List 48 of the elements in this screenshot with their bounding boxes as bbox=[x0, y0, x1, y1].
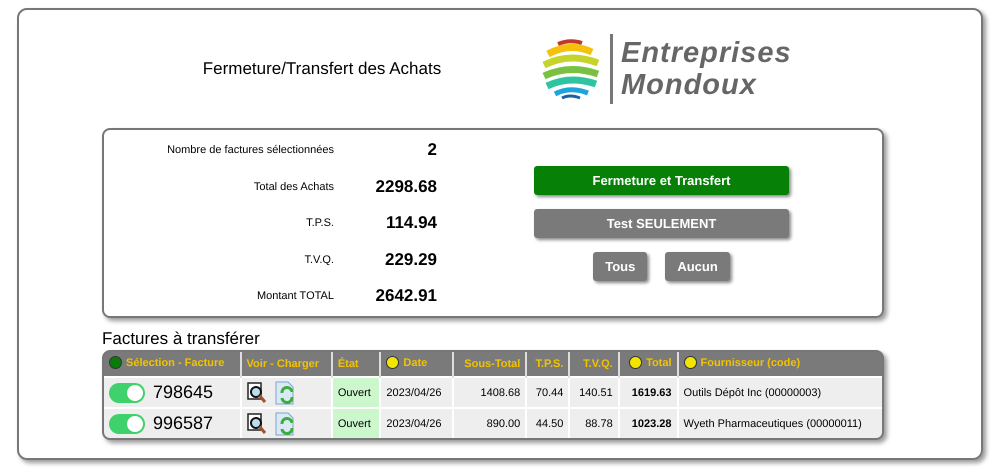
logo-text: Mondoux bbox=[621, 69, 758, 101]
magnifier-icon[interactable] bbox=[246, 412, 267, 434]
column-header[interactable]: T.P.S. bbox=[526, 352, 570, 377]
action-button[interactable]: Fermeture et Transfert bbox=[534, 166, 789, 195]
table-cell: 1023.28 bbox=[618, 408, 678, 438]
summary-label: Total des Achats bbox=[252, 180, 334, 192]
column-header[interactable]: Total bbox=[618, 352, 678, 377]
column-header[interactable]: Voir - Charger bbox=[240, 352, 332, 377]
summary-label: T.V.Q. bbox=[303, 254, 334, 266]
toggle-switch[interactable] bbox=[109, 382, 145, 402]
invoice-number: 996587 bbox=[153, 413, 214, 434]
table-cell: Ouvert bbox=[332, 408, 380, 438]
invoice-number: 798645 bbox=[153, 382, 214, 403]
select-button[interactable]: Tous bbox=[593, 252, 648, 281]
table-cell: 1619.63 bbox=[618, 377, 678, 408]
column-header[interactable]: Date bbox=[380, 352, 453, 377]
logo-text: Entreprises bbox=[621, 37, 792, 69]
column-header[interactable]: État bbox=[332, 352, 380, 377]
toggle-switch[interactable] bbox=[109, 414, 145, 434]
table-cell: Ouvert bbox=[332, 377, 380, 408]
action-button[interactable]: Test SEULEMENT bbox=[534, 209, 789, 238]
magnifier-icon[interactable] bbox=[246, 382, 267, 404]
column-header[interactable]: Fournisseur (code) bbox=[678, 352, 882, 377]
select-button[interactable]: Aucun bbox=[665, 252, 730, 281]
table-cell: 44.50 bbox=[526, 408, 570, 438]
table-cell: 2023/04/26 bbox=[380, 377, 453, 408]
summary-value: 2642.91 bbox=[374, 286, 437, 306]
table-cell: 1408.68 bbox=[452, 377, 526, 408]
table-cell: 890.00 bbox=[452, 408, 526, 438]
summary-value: 229.29 bbox=[384, 250, 437, 270]
table-cell: 70.44 bbox=[526, 377, 570, 408]
table-title: Factures à transférer bbox=[102, 328, 261, 350]
table-cell: Outils Dépôt Inc (00000003) bbox=[678, 377, 882, 408]
page-title: Fermeture/Transfert des Achats bbox=[202, 59, 442, 79]
summary-label: T.P.S. bbox=[305, 217, 334, 229]
table-cell: 2023/04/26 bbox=[380, 408, 453, 438]
column-header[interactable]: Sous-Total bbox=[452, 352, 526, 377]
column-header[interactable]: Sélection - Facture bbox=[104, 352, 241, 377]
summary-value: 114.94 bbox=[384, 213, 437, 233]
summary-value: 2298.68 bbox=[374, 176, 437, 196]
column-header[interactable]: T.V.Q. bbox=[569, 352, 619, 377]
summary-label: Nombre de factures sélectionnées bbox=[166, 144, 334, 156]
table-cell: 88.78 bbox=[569, 408, 619, 438]
logo-icon bbox=[540, 38, 602, 100]
summary-value: 2 bbox=[426, 140, 437, 160]
summary-label: Montant TOTAL bbox=[256, 290, 334, 302]
table-cell: 140.51 bbox=[569, 377, 619, 408]
table-cell: Wyeth Pharmaceutiques (00000011) bbox=[678, 408, 882, 438]
